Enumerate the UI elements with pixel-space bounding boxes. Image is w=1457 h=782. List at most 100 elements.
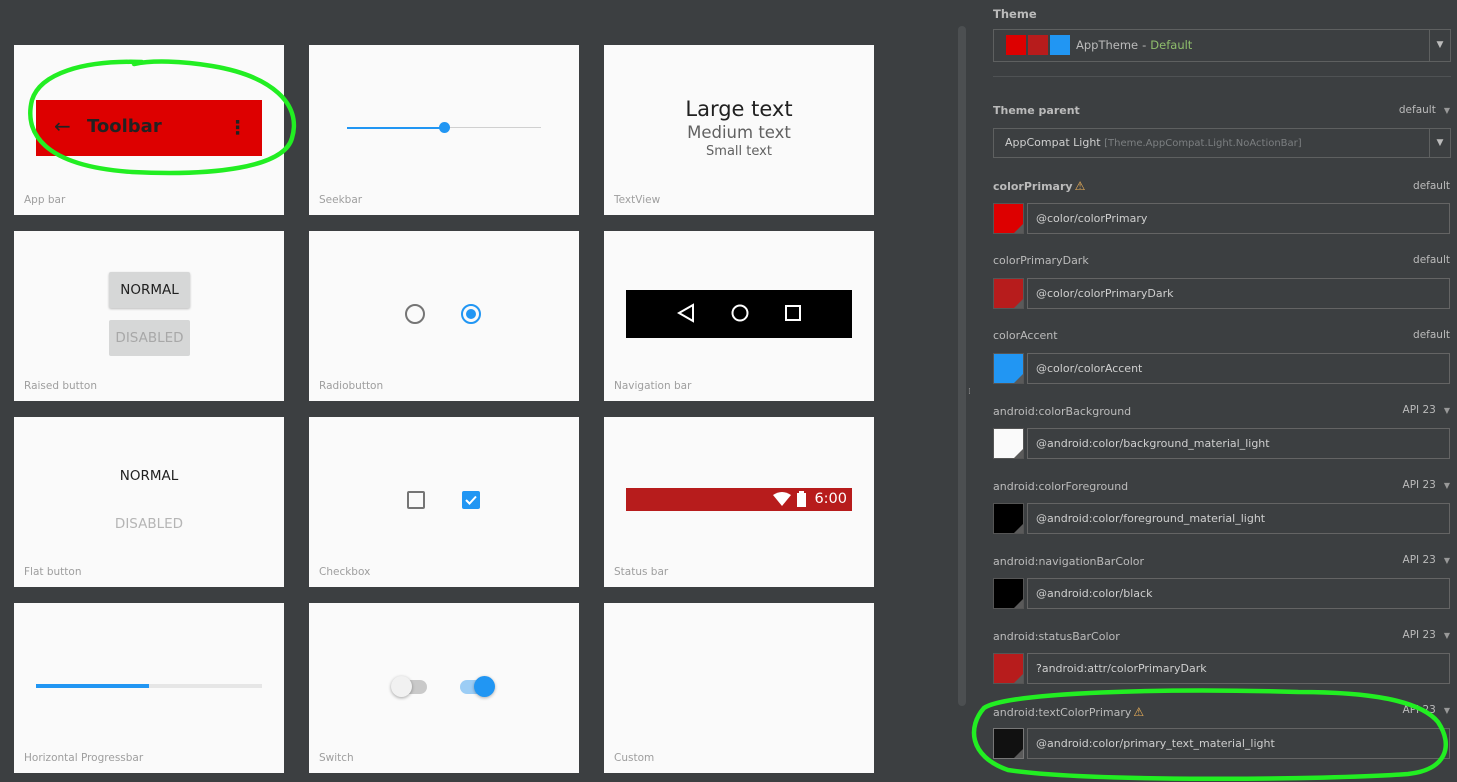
chevron-down-icon: ▼	[1443, 406, 1450, 415]
back-triangle-icon	[677, 303, 694, 323]
recents-square-icon	[785, 305, 801, 321]
radio-checked	[461, 304, 481, 324]
card-label: App bar	[24, 194, 66, 206]
card-textview[interactable]: Large text Medium text Small text TextVi…	[604, 45, 874, 215]
attr-scope-text: API 23	[1402, 479, 1436, 491]
color-swatch[interactable]	[993, 728, 1024, 759]
attr-color-background-label: android:colorBackground	[993, 405, 1132, 418]
theme-heading: Theme	[993, 7, 1037, 21]
theme-primary-swatch	[1006, 35, 1026, 55]
color-swatch[interactable]	[993, 653, 1024, 684]
chevron-down-icon: ▼	[1443, 706, 1450, 715]
theme-primary-dark-swatch	[1028, 35, 1048, 55]
attr-value-field[interactable]: @android:color/primary_text_material_lig…	[1027, 728, 1450, 759]
theme-parent-dropdown[interactable]: AppCompat Light [Theme.AppCompat.Light.N…	[993, 128, 1451, 158]
status-bar-time: 6:00	[814, 491, 847, 507]
navigation-bar-preview	[626, 290, 852, 338]
card-label: Switch	[319, 752, 354, 764]
attr-value-field[interactable]: @color/colorPrimary	[1027, 203, 1450, 234]
toolbar-preview: ← Toolbar ⋮	[36, 100, 262, 156]
progressbar-track	[36, 684, 262, 688]
attr-value-field[interactable]: @android:color/background_material_light	[1027, 428, 1450, 459]
wifi-icon	[773, 492, 791, 506]
theme-parent-label: Theme parent	[993, 104, 1080, 117]
attr-scope-text: API 23	[1402, 704, 1436, 716]
medium-text-sample: Medium text	[687, 123, 791, 142]
attr-scope[interactable]: API 23 ▼	[1403, 404, 1450, 416]
large-text-sample: Large text	[685, 97, 793, 121]
attr-scope[interactable]: API 23 ▼	[1403, 479, 1450, 491]
theme-parent-value-main: AppCompat Light	[1005, 136, 1101, 149]
divider	[993, 76, 1451, 77]
color-swatch[interactable]	[993, 203, 1024, 234]
card-seekbar[interactable]: Seekbar	[309, 45, 579, 215]
card-app-bar[interactable]: ← Toolbar ⋮ App bar	[14, 45, 284, 215]
chevron-down-icon: ▼	[1443, 631, 1450, 640]
attr-name: colorPrimary	[993, 180, 1073, 193]
color-swatch[interactable]	[993, 503, 1024, 534]
card-custom[interactable]: Custom	[604, 603, 874, 773]
attr-value-field[interactable]: ?android:attr/colorPrimaryDark	[1027, 653, 1450, 684]
card-label: Raised button	[24, 380, 97, 392]
theme-parent-default[interactable]: default ▼	[1399, 104, 1450, 116]
card-label: Flat button	[24, 566, 82, 578]
raised-disabled-button: DISABLED	[109, 320, 190, 356]
card-switch[interactable]: Switch	[309, 603, 579, 773]
card-horizontal-progressbar[interactable]: Horizontal Progressbar	[14, 603, 284, 773]
chevron-down-icon: ▼	[1443, 106, 1450, 115]
attr-color-primary-dark-label: colorPrimaryDark	[993, 254, 1089, 267]
checkbox-checked	[462, 491, 480, 509]
attr-color-primary-label: colorPrimary ⚠	[993, 179, 1085, 193]
card-status-bar[interactable]: 6:00 Status bar	[604, 417, 874, 587]
attr-value-field[interactable]: @android:color/black	[1027, 578, 1450, 609]
color-swatch[interactable]	[993, 278, 1024, 309]
warning-icon: ⚠	[1074, 179, 1086, 193]
theme-name-text: AppTheme	[1076, 38, 1139, 52]
attr-value-field[interactable]: @android:color/foreground_material_light	[1027, 503, 1450, 534]
raised-normal-button: NORMAL	[109, 272, 190, 308]
attr-scope: default	[1413, 254, 1450, 266]
attr-scope-text: API 23	[1402, 554, 1436, 566]
theme-parent-default-text: default	[1398, 104, 1436, 116]
flat-normal-button: NORMAL	[119, 468, 179, 484]
theme-parent-value: AppCompat Light [Theme.AppCompat.Light.N…	[1005, 136, 1302, 149]
chevron-down-icon: ▼	[1443, 481, 1450, 490]
card-radiobutton[interactable]: Radiobutton	[309, 231, 579, 401]
theme-name-separator: -	[1142, 38, 1147, 52]
warning-icon: ⚠	[1133, 705, 1145, 719]
chevron-down-icon[interactable]: ▼	[1429, 129, 1450, 157]
card-label: Checkbox	[319, 566, 371, 578]
attr-scope[interactable]: API 23 ▼	[1403, 704, 1450, 716]
color-swatch[interactable]	[993, 428, 1024, 459]
theme-preview-pane: ← Toolbar ⋮ App bar Seekbar Large text M…	[0, 0, 955, 782]
attr-value-field[interactable]: @color/colorAccent	[1027, 353, 1450, 384]
radio-unchecked	[405, 304, 425, 324]
attr-value-field[interactable]: @color/colorPrimaryDark	[1027, 278, 1450, 309]
toolbar-title: Toolbar	[87, 116, 162, 137]
card-label: Navigation bar	[614, 380, 692, 392]
card-label: Custom	[614, 752, 655, 764]
attr-name: android:textColorPrimary	[993, 706, 1132, 719]
card-checkbox[interactable]: Checkbox	[309, 417, 579, 587]
battery-icon	[797, 493, 806, 507]
card-label: Seekbar	[319, 194, 363, 206]
color-swatch[interactable]	[993, 353, 1024, 384]
attr-scope[interactable]: API 23 ▼	[1403, 629, 1450, 641]
color-swatch[interactable]	[993, 578, 1024, 609]
status-bar-preview: 6:00	[626, 488, 852, 511]
checkbox-unchecked	[407, 491, 425, 509]
card-flat-button[interactable]: NORMAL DISABLED Flat button	[14, 417, 284, 587]
attr-scope-text: API 23	[1402, 404, 1436, 416]
flat-disabled-button: DISABLED	[114, 516, 184, 532]
small-text-sample: Small text	[706, 144, 772, 159]
checkmark-icon	[465, 495, 477, 505]
card-label: Status bar	[614, 566, 669, 578]
theme-editor-panel: Theme AppTheme - Default ▼ Theme parent de…	[971, 0, 1457, 782]
theme-selector-dropdown[interactable]: AppTheme - Default ▼	[993, 29, 1451, 62]
card-navigation-bar[interactable]: Navigation bar	[604, 231, 874, 401]
preview-scrollbar[interactable]	[958, 26, 966, 706]
attr-scope: default	[1413, 180, 1450, 192]
chevron-down-icon[interactable]: ▼	[1429, 30, 1450, 61]
attr-scope[interactable]: API 23 ▼	[1403, 554, 1450, 566]
card-raised-button[interactable]: NORMAL DISABLED Raised button	[14, 231, 284, 401]
